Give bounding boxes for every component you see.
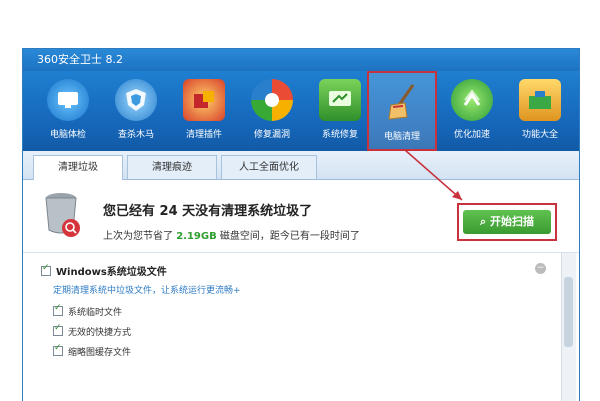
annotation-arrow [404, 149, 463, 201]
